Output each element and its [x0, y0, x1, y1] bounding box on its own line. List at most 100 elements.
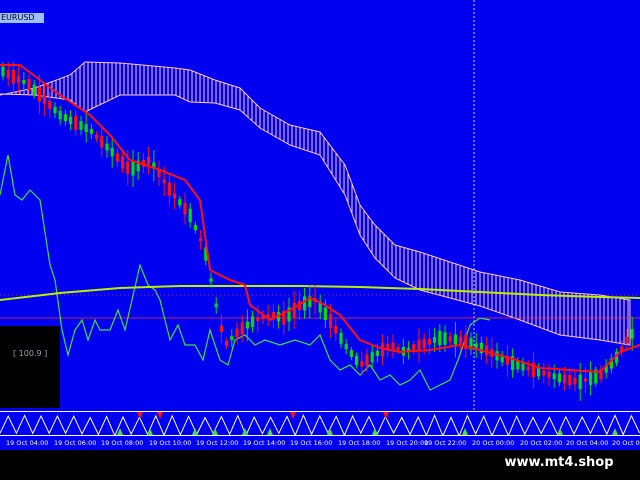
candle-body	[355, 355, 359, 366]
candle-body	[22, 79, 26, 84]
time-label: 19 Oct 08:00	[101, 439, 144, 447]
candle-body	[173, 193, 177, 199]
candle-body	[48, 100, 52, 109]
candle-body	[344, 344, 348, 350]
candle-body	[391, 342, 395, 351]
mt4-chart-window: EURUSD [ 100.9 ] 19 Oct 04:00 19 Oct 06:…	[0, 0, 640, 480]
candle-body	[79, 121, 83, 130]
time-axis: 19 Oct 04:00 19 Oct 06:00 19 Oct 08:00 1…	[0, 436, 640, 450]
candle-body	[199, 238, 203, 242]
buy-arrow-icon	[147, 428, 153, 435]
candle-body	[209, 278, 213, 282]
candle-body	[625, 336, 629, 344]
candlestick-series	[1, 61, 634, 401]
candle-body	[251, 316, 255, 327]
time-label: 19 Oct 18:00	[338, 439, 381, 447]
candle-body	[11, 69, 15, 84]
candle-body	[53, 106, 57, 114]
candle-body	[459, 336, 463, 344]
candle-body	[110, 148, 114, 157]
candle-body	[552, 373, 556, 380]
candle-body	[583, 378, 587, 382]
candle-body	[1, 66, 5, 77]
candle-body	[126, 161, 130, 174]
candle-body	[542, 370, 546, 376]
candle-body	[167, 182, 171, 196]
buy-arrow-icon	[212, 428, 218, 435]
candle-body	[375, 350, 379, 356]
candle-body	[100, 136, 104, 148]
watermark: www.mt4.shop	[496, 450, 622, 476]
time-label: 20 Oct 00:00	[472, 439, 515, 447]
candle-body	[433, 337, 437, 343]
candle-body	[547, 371, 551, 378]
time-label: 19 Oct 16:00	[290, 439, 333, 447]
buy-arrow-icon	[327, 428, 333, 435]
candle-body	[557, 373, 561, 383]
candle-body	[32, 84, 36, 94]
candle-body	[334, 325, 338, 334]
candle-body	[303, 296, 307, 311]
sell-arrow-icon	[157, 412, 163, 419]
candle-body	[568, 374, 572, 386]
candle-body	[6, 69, 10, 79]
candle-body	[573, 377, 577, 385]
buy-arrow-icon	[462, 428, 468, 435]
candle-body	[240, 322, 244, 335]
time-label: 19 Oct 04:00	[6, 439, 49, 447]
candle-body	[58, 110, 62, 120]
time-label: 19 Oct 06:00	[54, 439, 97, 447]
candle-body	[219, 325, 223, 333]
candle-body	[516, 360, 520, 370]
buy-arrow-icon	[372, 428, 378, 435]
candle-body	[292, 302, 296, 318]
candle-body	[474, 343, 478, 348]
candle-body	[37, 87, 41, 102]
candle-body	[69, 116, 73, 124]
buy-arrow-icon	[192, 428, 198, 435]
time-label: 20 Oct 04:00	[566, 439, 609, 447]
sell-arrow-icon	[290, 412, 296, 419]
candle-body	[256, 317, 260, 322]
candle-body	[230, 336, 234, 341]
time-label: 19 Oct 22:00	[424, 439, 467, 447]
candle-body	[74, 115, 78, 130]
candle-body	[193, 225, 197, 231]
candle-body	[427, 338, 431, 345]
time-label: 20 Oct 02:00	[520, 439, 563, 447]
candle-body	[521, 363, 525, 371]
candle-body	[43, 95, 47, 104]
buy-arrow-icon	[267, 428, 273, 435]
candle-body	[131, 161, 135, 176]
zigzag-subwindow[interactable]	[0, 411, 640, 436]
candle-body	[438, 330, 442, 346]
candle-body	[443, 332, 447, 345]
price-chart-canvas[interactable]	[0, 0, 640, 411]
time-label: 19 Oct 20:00	[386, 439, 429, 447]
candle-body	[214, 303, 218, 308]
candle-body	[630, 329, 634, 339]
candle-body	[417, 339, 421, 352]
candle-body	[339, 332, 343, 344]
candle-body	[589, 371, 593, 385]
candle-body	[323, 307, 327, 321]
candle-body	[422, 338, 426, 349]
buy-arrow-icon	[557, 428, 563, 435]
time-label: 20 Oct 06:00	[612, 439, 640, 447]
candle-body	[63, 114, 67, 122]
candle-body	[563, 374, 567, 384]
candle-body	[365, 354, 369, 367]
candle-body	[188, 208, 192, 223]
candle-body	[95, 134, 99, 139]
candle-body	[245, 321, 249, 329]
sell-arrow-icon	[383, 412, 389, 419]
symbol-label: EURUSD	[0, 13, 44, 23]
candle-body	[578, 374, 582, 390]
indicator-panel: [ 100.9 ]	[0, 326, 60, 408]
candle-body	[121, 156, 125, 169]
candle-body	[349, 350, 353, 357]
candle-body	[115, 153, 119, 162]
candle-body	[178, 199, 182, 206]
candle-body	[17, 76, 21, 83]
candle-body	[183, 203, 187, 215]
